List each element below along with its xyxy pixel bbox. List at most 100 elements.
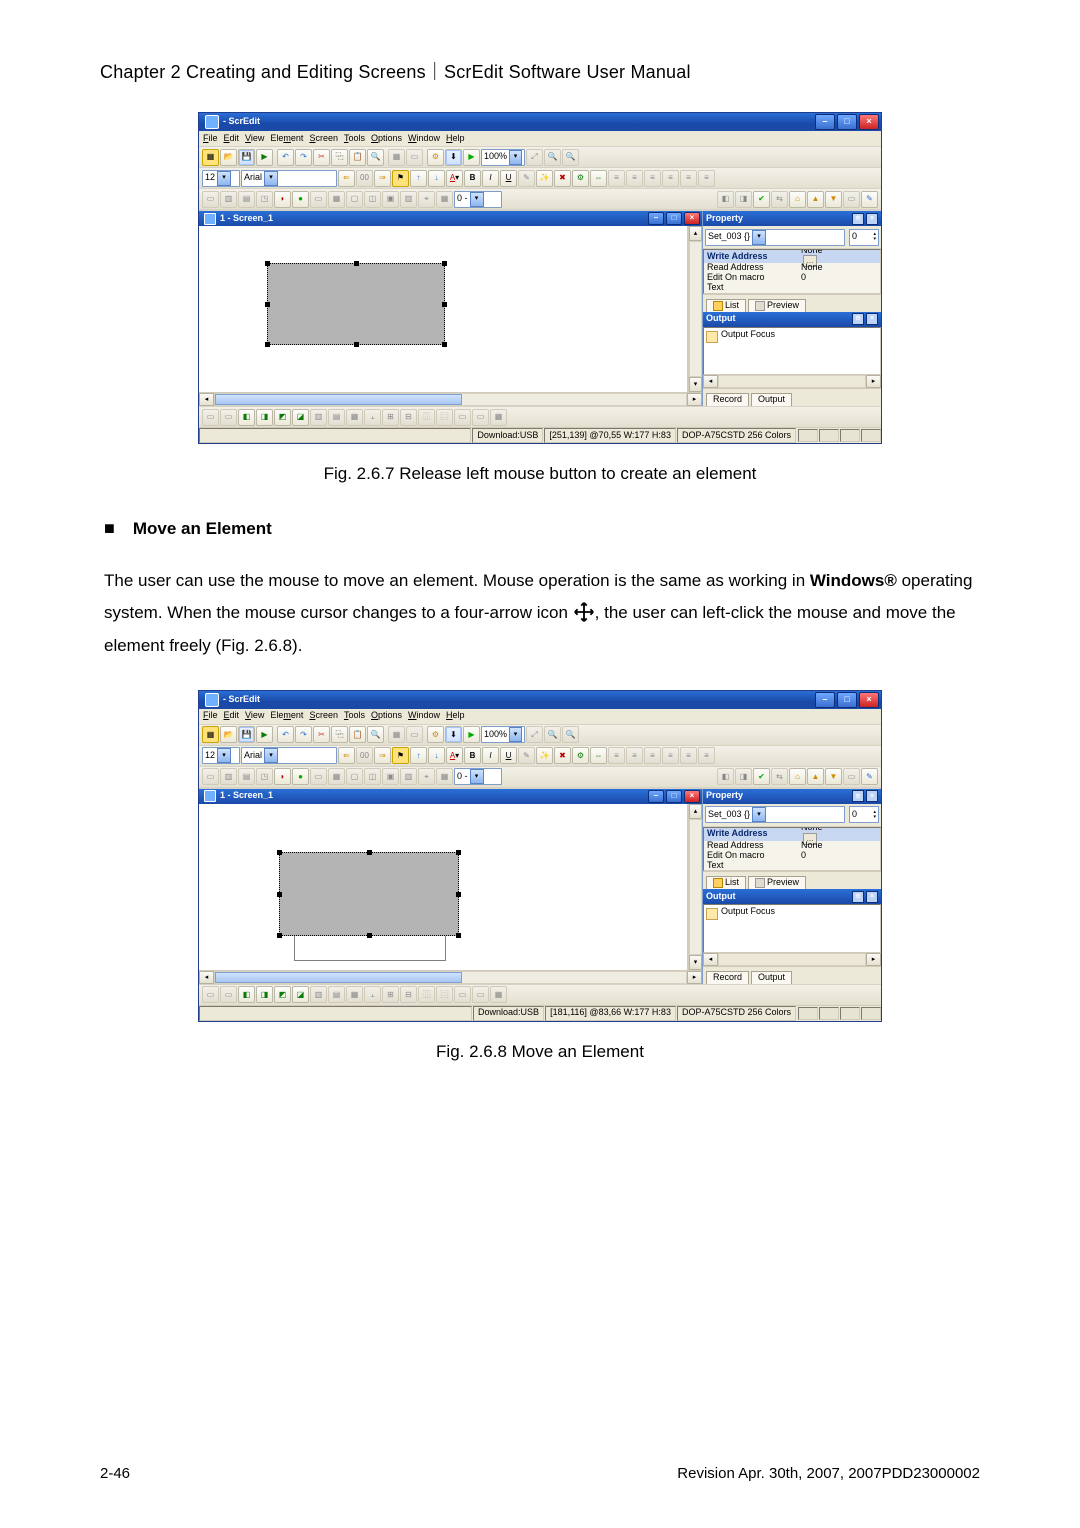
- export-icon[interactable]: ▶: [256, 149, 273, 166]
- i[interactable]: ⇔: [590, 747, 607, 764]
- i[interactable]: ⌖: [418, 768, 435, 785]
- t3-1[interactable]: ▭: [202, 191, 219, 208]
- bt6[interactable]: ◪: [292, 409, 309, 426]
- pin-icon[interactable]: ⯐: [852, 213, 864, 225]
- b[interactable]: ▥: [310, 986, 327, 1003]
- b[interactable]: ⫠: [364, 986, 381, 1003]
- i[interactable]: ▦: [388, 726, 405, 743]
- fontcolor-icon[interactable]: A▾: [446, 170, 463, 187]
- pin-icon[interactable]: ⯐: [852, 790, 864, 802]
- bt7[interactable]: ▥: [310, 409, 327, 426]
- bt8[interactable]: ▤: [328, 409, 345, 426]
- p8[interactable]: ▭: [843, 191, 860, 208]
- t3-3[interactable]: ▤: [238, 191, 255, 208]
- minimize-button[interactable]: –: [815, 114, 835, 130]
- al-m-icon[interactable]: ≡: [680, 170, 697, 187]
- bt13[interactable]: ⿲: [418, 409, 435, 426]
- i[interactable]: ▦: [436, 768, 453, 785]
- font-size-combo[interactable]: 12▾: [202, 747, 240, 764]
- vscrollbar[interactable]: ▴▾: [688, 804, 702, 970]
- p[interactable]: ▲: [807, 768, 824, 785]
- bt11[interactable]: ⊞: [382, 409, 399, 426]
- p[interactable]: ▼: [825, 768, 842, 785]
- i[interactable]: 🔍: [367, 726, 384, 743]
- b[interactable]: ⿲: [418, 986, 435, 1003]
- i[interactable]: ≡: [662, 747, 679, 764]
- i[interactable]: ⚑: [392, 747, 409, 764]
- i[interactable]: ✂: [313, 726, 330, 743]
- maximize-button[interactable]: □: [837, 114, 857, 130]
- maximize-button[interactable]: □: [837, 692, 857, 708]
- pin-icon[interactable]: ⯐: [852, 891, 864, 903]
- i[interactable]: ▤: [238, 768, 255, 785]
- canvas[interactable]: [199, 804, 688, 970]
- p[interactable]: ✔: [753, 768, 770, 785]
- italic-icon[interactable]: I: [482, 170, 499, 187]
- i[interactable]: ▭: [202, 768, 219, 785]
- p[interactable]: ◧: [717, 768, 734, 785]
- canvas[interactable]: [199, 226, 688, 392]
- t3-7[interactable]: ▭: [310, 191, 327, 208]
- b[interactable]: ▭: [454, 986, 471, 1003]
- i[interactable]: ↷: [295, 726, 312, 743]
- b[interactable]: ▭: [220, 986, 237, 1003]
- t3-13[interactable]: ⌖: [418, 191, 435, 208]
- t3-12[interactable]: ▥: [400, 191, 417, 208]
- i[interactable]: 00: [356, 747, 373, 764]
- b[interactable]: ◧: [238, 986, 255, 1003]
- delete-icon[interactable]: ✖: [554, 170, 571, 187]
- i[interactable]: ⚙: [427, 726, 444, 743]
- font-combo[interactable]: Arial▾: [241, 170, 337, 187]
- menu-window[interactable]: Window: [408, 134, 440, 144]
- t3-8[interactable]: ▦: [328, 191, 345, 208]
- b[interactable]: ⊟: [400, 986, 417, 1003]
- i[interactable]: ≡: [608, 747, 625, 764]
- i[interactable]: ≡: [698, 747, 715, 764]
- al-t-icon[interactable]: ≡: [662, 170, 679, 187]
- underline-icon[interactable]: U: [500, 170, 517, 187]
- zoom-combo[interactable]: 100%▾: [481, 726, 525, 743]
- b[interactable]: ◪: [292, 986, 309, 1003]
- font-combo[interactable]: Arial▾: [241, 747, 337, 764]
- al-b-icon[interactable]: ≡: [698, 170, 715, 187]
- i[interactable]: ≡: [680, 747, 697, 764]
- paste-icon[interactable]: 📋: [349, 149, 366, 166]
- i[interactable]: ▦: [202, 726, 219, 743]
- p1[interactable]: ◧: [717, 191, 734, 208]
- bt2[interactable]: ▭: [220, 409, 237, 426]
- child-close[interactable]: ×: [684, 790, 700, 803]
- new-icon[interactable]: ▦: [202, 149, 219, 166]
- i[interactable]: ⇒: [374, 747, 391, 764]
- al-c-icon[interactable]: ≡: [626, 170, 643, 187]
- b[interactable]: ▭: [202, 986, 219, 1003]
- element-selector[interactable]: Set_003 {}▾: [705, 229, 845, 246]
- menu-screen[interactable]: Screen: [309, 134, 338, 144]
- menu-tools[interactable]: Tools: [344, 134, 365, 144]
- minimize-button[interactable]: –: [815, 692, 835, 708]
- i[interactable]: ✨: [536, 747, 553, 764]
- bt17[interactable]: ▦: [490, 409, 507, 426]
- grid-icon[interactable]: ▦: [388, 149, 405, 166]
- tab-output[interactable]: Output: [751, 971, 792, 984]
- sparkle-icon[interactable]: ✨: [536, 170, 553, 187]
- i[interactable]: 🔍: [544, 726, 561, 743]
- i[interactable]: ↓: [428, 747, 445, 764]
- bt10[interactable]: ⫠: [364, 409, 381, 426]
- tab-record[interactable]: Record: [706, 971, 749, 984]
- menu-element[interactable]: Element: [270, 711, 303, 721]
- bt4[interactable]: ◨: [256, 409, 273, 426]
- p[interactable]: ◨: [735, 768, 752, 785]
- p5[interactable]: ⌂: [789, 191, 806, 208]
- menu-tools[interactable]: Tools: [344, 711, 365, 721]
- down-icon[interactable]: ↓: [428, 170, 445, 187]
- i[interactable]: ⚙: [572, 747, 589, 764]
- gear-icon[interactable]: ⚙: [572, 170, 589, 187]
- i[interactable]: ▦: [328, 768, 345, 785]
- t3-11[interactable]: ▣: [382, 191, 399, 208]
- t3-5[interactable]: ◗: [274, 191, 291, 208]
- i[interactable]: ▶: [256, 726, 273, 743]
- i[interactable]: 📂: [220, 726, 237, 743]
- bt1[interactable]: ▭: [202, 409, 219, 426]
- t3-10[interactable]: ◫: [364, 191, 381, 208]
- undo-icon[interactable]: ↶: [277, 149, 294, 166]
